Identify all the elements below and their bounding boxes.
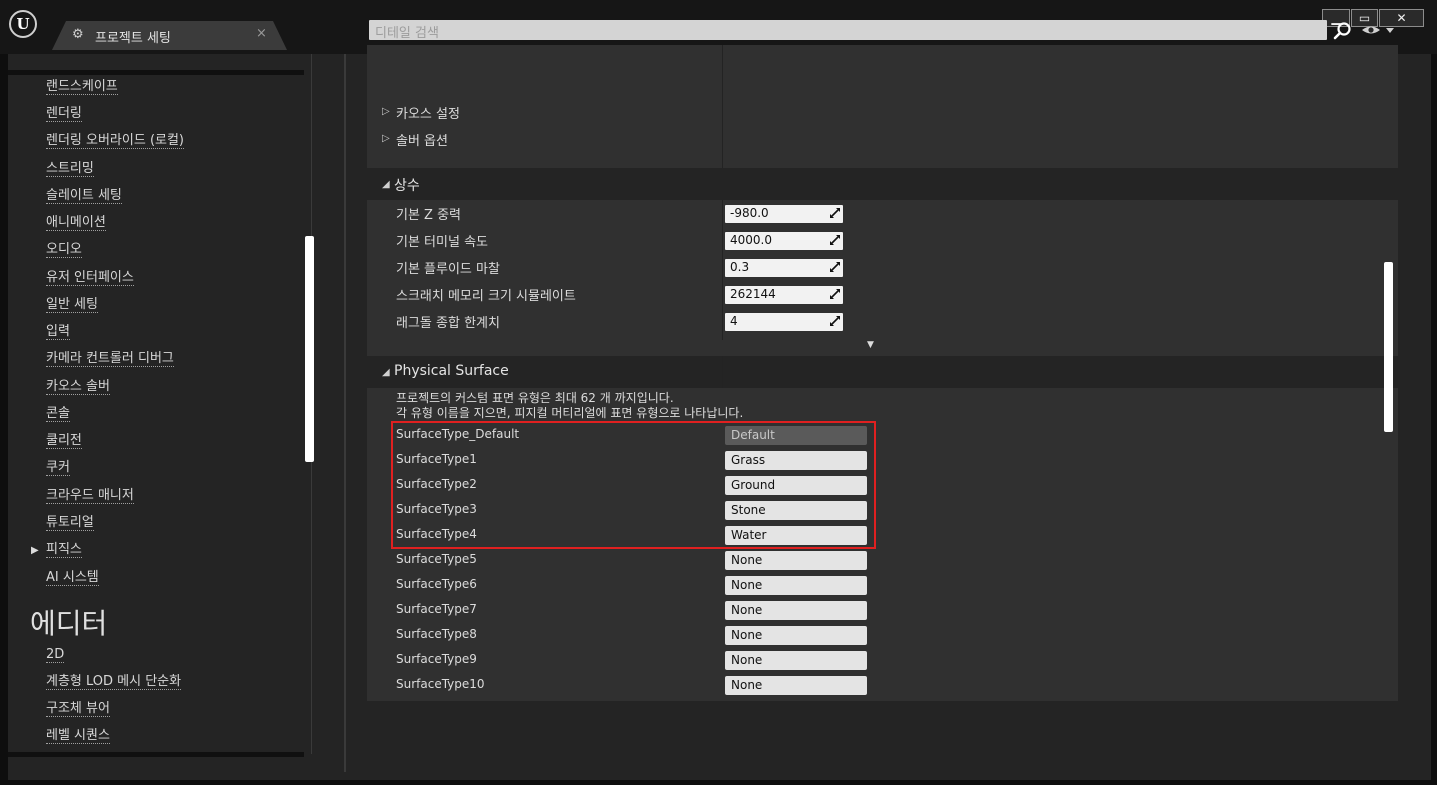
expand-arrow-icon[interactable]: ▷ xyxy=(382,106,390,117)
property-label: 기본 터미널 속도 xyxy=(396,235,488,250)
spin-arrows-icon[interactable] xyxy=(829,207,841,219)
section-header-constants[interactable]: ◢ 상수 xyxy=(367,168,1398,200)
tab-label: 프로젝트 세팅 xyxy=(95,31,171,46)
search-icon[interactable] xyxy=(1333,21,1352,40)
description-line-2: 각 유형 이름을 지으면, 피지컬 머티리얼에 표면 유형으로 나타납니다. xyxy=(396,406,744,420)
surface-type-value: None xyxy=(731,678,763,692)
sidebar-item[interactable]: 카오스 솔버 xyxy=(46,379,110,395)
surface-type-name-input[interactable]: None xyxy=(725,551,867,570)
sidebar-item[interactable]: 슬레이트 세팅 xyxy=(46,188,122,204)
number-value: -980.0 xyxy=(730,206,769,220)
surface-type-label: SurfaceType10 xyxy=(396,677,485,691)
number-input[interactable]: -980.0 xyxy=(725,205,843,223)
panel-top-shadow xyxy=(8,70,304,75)
section-title: Physical Surface xyxy=(394,363,509,379)
surface-type-value: None xyxy=(731,578,763,592)
sidebar-item[interactable]: 콘솔 xyxy=(46,406,70,422)
sidebar-item[interactable]: 유저 인터페이스 xyxy=(46,270,134,286)
section-header-physical-surface[interactable]: ◢ Physical Surface xyxy=(367,356,1398,388)
number-value: 4000.0 xyxy=(730,233,772,247)
sidebar-editor-item[interactable]: 레벨 시퀀스 xyxy=(46,728,110,744)
details-search-input[interactable]: 디테일 검색 xyxy=(369,20,1327,41)
number-input[interactable]: 4 xyxy=(725,313,843,331)
section-heading-editor: 에디터 xyxy=(30,607,108,640)
surface-type-name-input[interactable]: None xyxy=(725,576,867,595)
property-label: 기본 Z 중력 xyxy=(396,208,462,223)
sidebar-item[interactable]: 스트리밍 xyxy=(46,161,94,177)
surface-type-label: SurfaceType8 xyxy=(396,627,477,641)
spin-arrows-icon[interactable] xyxy=(829,288,841,300)
number-value: 4 xyxy=(730,314,738,328)
property-label: 기본 플루이드 마찰 xyxy=(396,262,500,277)
tab-project-settings[interactable]: ⚙ 프로젝트 세팅 × xyxy=(52,21,287,50)
expand-physics-icon[interactable]: ▶ xyxy=(31,545,39,556)
number-value: 262144 xyxy=(730,287,776,301)
surface-type-name-input[interactable]: None xyxy=(725,676,867,695)
sidebar-item[interactable]: 카메라 컨트롤러 디버그 xyxy=(46,351,174,367)
eye-visibility-icon[interactable] xyxy=(1361,23,1395,37)
sidebar-editor-item[interactable]: 구조체 뷰어 xyxy=(46,701,110,717)
sidebar-item[interactable]: 입력 xyxy=(46,324,70,340)
column-divider xyxy=(722,45,723,168)
unreal-logo-icon: U xyxy=(9,10,37,38)
panel-bottom-shadow xyxy=(8,752,304,757)
category-panel: 랜드스케이프렌더링렌더링 오버라이드 (로컬) 스트리밍슬레이트 세팅애니메이션오… xyxy=(8,54,320,780)
details-scrollbar[interactable] xyxy=(1384,262,1393,432)
property-label: 래그돌 종합 한계치 xyxy=(396,316,500,331)
sidebar-item[interactable]: 튜토리얼 xyxy=(46,515,94,531)
sidebar-editor-item[interactable]: 2D xyxy=(46,647,65,663)
sidebar-item[interactable]: 렌더링 오버라이드 (로컬) xyxy=(46,133,185,149)
number-input[interactable]: 262144 xyxy=(725,286,843,304)
collapse-arrow-icon: ◢ xyxy=(382,367,390,378)
tab-close-icon[interactable]: × xyxy=(256,26,267,41)
sidebar-item[interactable]: 렌더링 xyxy=(46,106,82,122)
number-input[interactable]: 0.3 xyxy=(725,259,843,277)
number-input[interactable]: 4000.0 xyxy=(725,232,843,250)
surface-type-value: None xyxy=(731,603,763,617)
surface-type-name-input[interactable]: None xyxy=(725,601,867,620)
column-divider xyxy=(722,356,723,388)
column-divider xyxy=(722,200,723,340)
surface-type-name-input[interactable]: None xyxy=(725,626,867,645)
surface-type-label: SurfaceType5 xyxy=(396,552,477,566)
surface-type-label: SurfaceType7 xyxy=(396,602,477,616)
property-label: 스크래치 메모리 크기 시뮬레이트 xyxy=(396,289,576,304)
panel-splitter[interactable] xyxy=(344,54,346,772)
group-solver-options[interactable]: 솔버 옵션 xyxy=(396,130,448,149)
sidebar-item[interactable]: 일반 세팅 xyxy=(46,297,98,313)
surface-type-value: None xyxy=(731,628,763,642)
details-panel: ▷ 카오스 설정 ▷ 솔버 옵션 ◢ 상수 기본 Z 중력 -980.0 기본 터미… xyxy=(367,45,1398,701)
settings-gear-icon: ⚙ xyxy=(72,27,84,42)
sidebar-item[interactable]: 애니메이션 xyxy=(46,215,106,231)
sidebar-item[interactable]: 쿨리전 xyxy=(46,433,82,449)
highlight-box xyxy=(391,421,876,549)
surface-type-value: None xyxy=(731,553,763,567)
surface-type-label: SurfaceType9 xyxy=(396,652,477,666)
sidebar-item[interactable]: 오디오 xyxy=(46,242,82,258)
group-chaos-settings[interactable]: 카오스 설정 xyxy=(396,103,460,122)
category-scrollbar[interactable] xyxy=(305,236,314,462)
sidebar-item[interactable]: AI 시스템 xyxy=(46,570,99,586)
section-title: 상수 xyxy=(394,178,420,194)
spin-arrows-icon[interactable] xyxy=(829,261,841,273)
number-value: 0.3 xyxy=(730,260,750,274)
sidebar-item[interactable]: 랜드스케이프 xyxy=(46,79,118,95)
expand-arrow-icon[interactable]: ▷ xyxy=(382,133,390,144)
collapse-arrow-icon: ◢ xyxy=(382,179,390,190)
spin-arrows-icon[interactable] xyxy=(829,315,841,327)
surface-type-label: SurfaceType6 xyxy=(396,577,477,591)
spin-arrows-icon[interactable] xyxy=(829,234,841,246)
sidebar-item[interactable]: 쿠커 xyxy=(46,460,70,476)
sidebar-item[interactable]: 크라우드 매니저 xyxy=(46,488,134,504)
sidebar-item[interactable]: 피직스 xyxy=(46,542,82,558)
surface-type-value: None xyxy=(731,653,763,667)
surface-type-name-input[interactable]: None xyxy=(725,651,867,670)
expand-advanced-icon[interactable]: ▼ xyxy=(867,340,874,350)
sidebar-editor-item[interactable]: 계층형 LOD 메시 단순화 xyxy=(46,674,182,690)
search-placeholder: 디테일 검색 xyxy=(375,26,439,41)
